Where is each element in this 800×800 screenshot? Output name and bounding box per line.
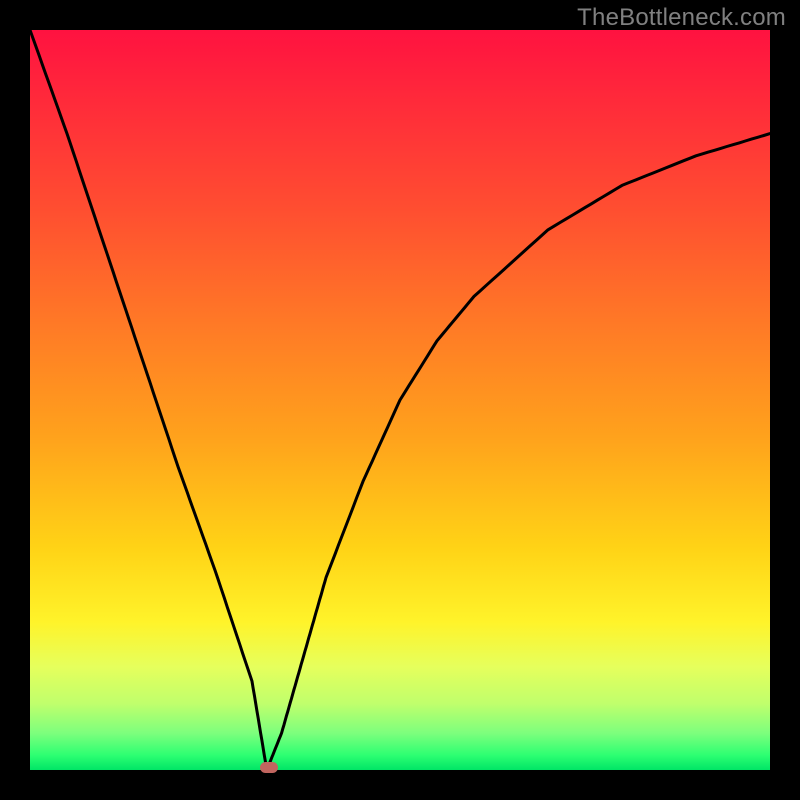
watermark-text: TheBottleneck.com (577, 4, 786, 32)
minimum-marker (260, 762, 278, 773)
bottleneck-curve (30, 30, 770, 770)
plot-area (30, 30, 770, 770)
chart-frame: TheBottleneck.com (0, 0, 800, 800)
